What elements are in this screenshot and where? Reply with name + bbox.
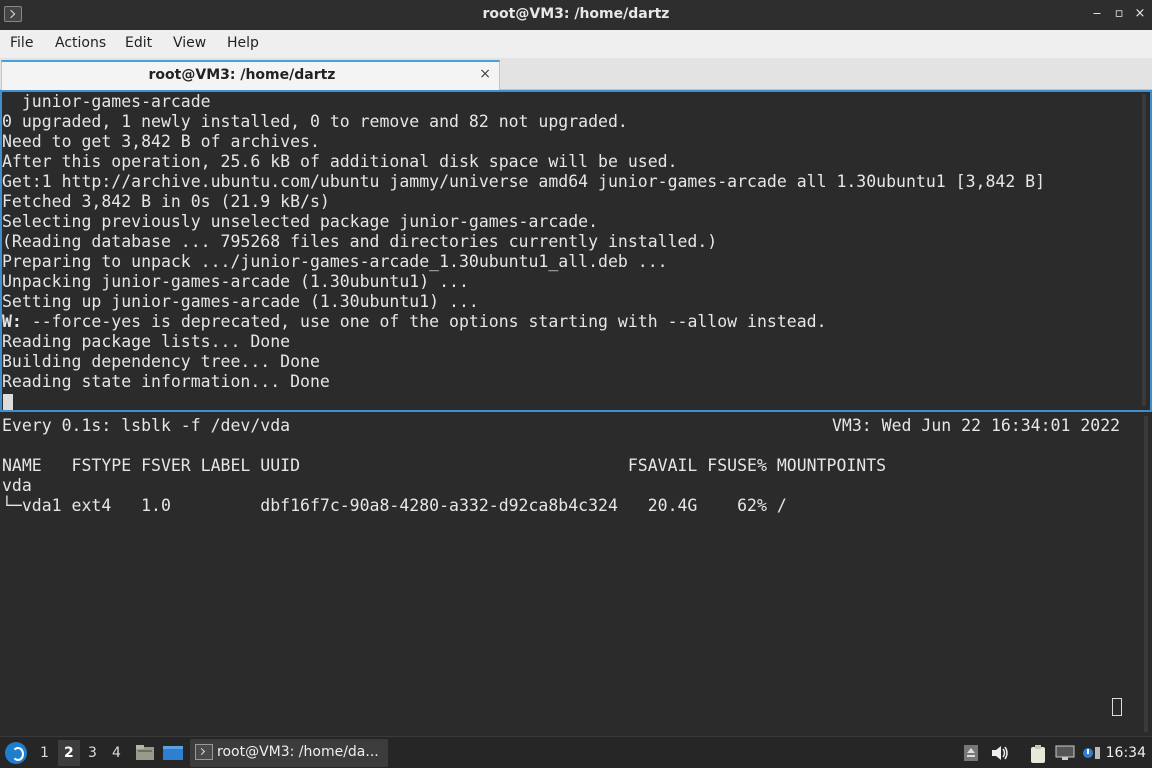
terminal-pane-bottom[interactable]: Every 0.1s: lsblk -f /dev/vda VM3: Wed J… (0, 414, 1152, 736)
tab-bar: root@VM3: /home/dartz × (0, 58, 1152, 90)
start-menu-icon[interactable] (5, 742, 27, 764)
warning-prefix: W: (2, 312, 22, 331)
lsblk-row: └─vda1 ext4 1.0 dbf16f7c-90a8-4280-a332-… (2, 496, 787, 515)
scrollbar-top[interactable] (1142, 94, 1146, 406)
file-manager-icon[interactable] (135, 744, 155, 762)
taskbar-terminal-button[interactable]: root@VM3: /home/da... (190, 739, 388, 767)
terminal-cursor-unfocused (1112, 698, 1122, 716)
window-titlebar[interactable]: root@VM3: /home/dartz ‒ ▫ × (0, 0, 1152, 30)
workspace-4[interactable]: 4 (112, 745, 121, 761)
minimize-button[interactable]: ‒ (1088, 5, 1106, 23)
window-title: root@VM3: /home/dartz (482, 6, 670, 22)
terminal-icon (195, 744, 213, 760)
terminal-line: Reading package lists... Done (2, 332, 291, 351)
taskbar: 1 2 3 4 root@VM3: /home/da... 16:34 (0, 736, 1152, 768)
terminal-pane-top[interactable]: junior-games-arcade 0 upgraded, 1 newly … (0, 90, 1152, 412)
watch-header: Every 0.1s: lsblk -f /dev/vda (2, 416, 291, 435)
terminal-line: Preparing to unpack .../junior-games-arc… (2, 252, 668, 271)
terminal-line: Reading state information... Done (2, 372, 330, 391)
tab-close-icon[interactable]: × (479, 66, 491, 82)
terminal-line: 0 upgraded, 1 newly installed, 0 to remo… (2, 112, 628, 131)
terminal-line: (Reading database ... 795268 files and d… (2, 232, 718, 251)
terminal-line: Selecting previously unselected package … (2, 212, 599, 231)
menu-actions[interactable]: Actions (55, 35, 106, 51)
terminal-line: Unpacking junior-games-arcade (1.30ubunt… (2, 272, 469, 291)
close-window-button[interactable]: × (1131, 5, 1149, 23)
desktop-icon[interactable] (162, 744, 183, 762)
tab-label: root@VM3: /home/dartz (148, 67, 336, 83)
menu-view[interactable]: View (173, 35, 206, 51)
menu-edit[interactable]: Edit (125, 35, 152, 51)
menu-bar: File Actions Edit View Help (0, 30, 1152, 58)
clock[interactable]: 16:34 (1106, 745, 1146, 761)
terminal-line: Setting up junior-games-arcade (1.30ubun… (2, 292, 479, 311)
terminal-line: Need to get 3,842 B of archives. (2, 132, 320, 151)
terminal-cursor (3, 394, 13, 410)
workspace-1[interactable]: 1 (40, 745, 49, 761)
workspace-3[interactable]: 3 (88, 745, 97, 761)
task-label: root@VM3: /home/da... (217, 744, 379, 760)
terminal-line: junior-games-arcade (2, 92, 211, 111)
menu-help[interactable]: Help (227, 35, 259, 51)
notification-icon[interactable] (1082, 744, 1102, 762)
lsblk-table-header: NAME FSTYPE FSVER LABEL UUID FSAVAIL FSU… (2, 456, 887, 475)
terminal-line: Building dependency tree... Done (2, 352, 320, 371)
tray-arrow-icon[interactable] (962, 744, 982, 762)
terminal-line: Fetched 3,842 B in 0s (21.9 kB/s) (2, 192, 330, 211)
terminal-line: After this operation, 25.6 kB of additio… (2, 152, 678, 171)
volume-icon[interactable] (990, 744, 1010, 762)
tab-terminal[interactable]: root@VM3: /home/dartz × (1, 60, 500, 90)
scrollbar-bottom[interactable] (1144, 416, 1148, 732)
clipboard-icon[interactable] (1028, 744, 1048, 763)
warning-text: --force-yes is deprecated, use one of th… (21, 312, 827, 331)
lsblk-row: vda (2, 476, 32, 495)
maximize-button[interactable]: ▫ (1110, 5, 1128, 23)
network-icon[interactable] (1055, 744, 1075, 762)
menu-file[interactable]: File (10, 35, 33, 51)
terminal-warning-line: W: --force-yes is deprecated, use one of… (2, 312, 827, 332)
terminal-line: Get:1 http://archive.ubuntu.com/ubuntu j… (2, 172, 1046, 191)
watch-status: VM3: Wed Jun 22 16:34:01 2022 (832, 416, 1121, 435)
workspace-2[interactable]: 2 (64, 745, 74, 761)
